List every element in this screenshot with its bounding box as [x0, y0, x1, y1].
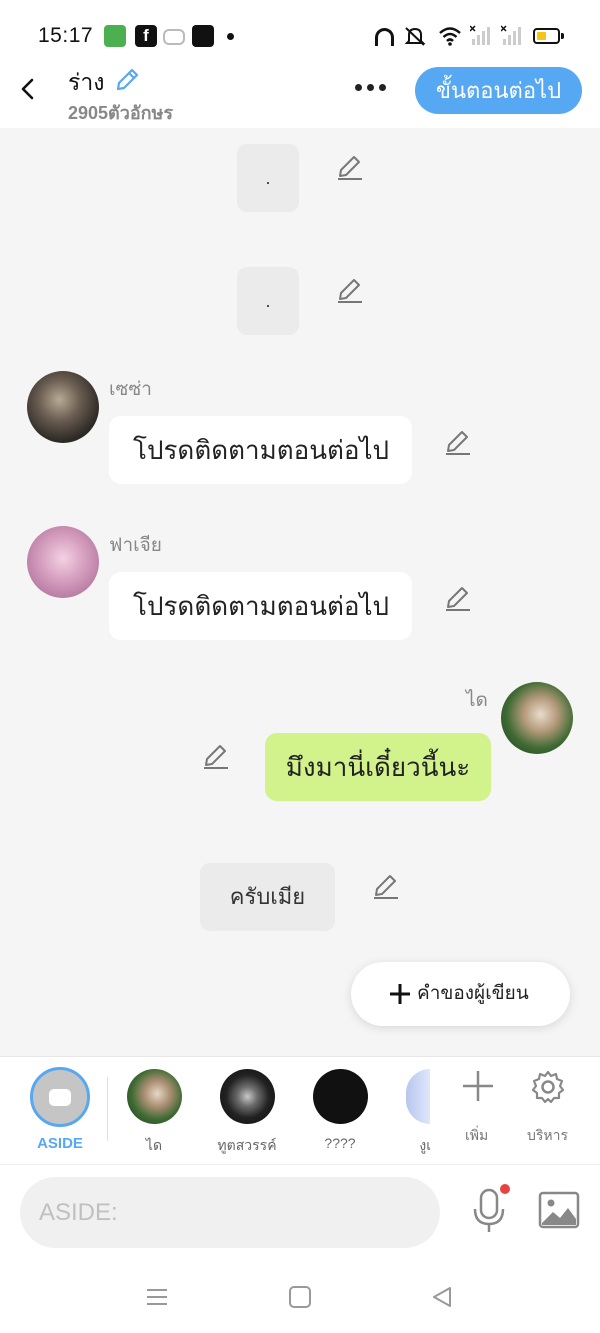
speaker-name: ได — [466, 690, 488, 711]
edit-message-icon[interactable] — [371, 871, 401, 901]
aside-message[interactable]: ครับเมีย — [200, 863, 335, 931]
signal-icon — [501, 25, 521, 45]
manage-label: บริหาร — [527, 1127, 569, 1143]
chat-bubble[interactable]: มึงมานี่เดี๋ยวนี้นะ — [265, 733, 491, 801]
app-icon — [192, 25, 214, 47]
wifi-icon — [439, 27, 461, 46]
chat-area: . . เซซ่า โปรดติดตามตอนต่อไป ฟาเจีย โปรด… — [0, 128, 600, 1056]
character-avatar[interactable] — [220, 1069, 275, 1124]
edit-message-icon[interactable] — [335, 275, 365, 305]
headphones-icon — [375, 28, 394, 46]
speaker-name: เซซ่า — [109, 379, 152, 400]
character-name: ได — [145, 1137, 163, 1153]
author-note-label: คำของผู้เขียน — [417, 983, 529, 1004]
character-name: ทูตสวรรค์ — [217, 1137, 277, 1153]
message-input[interactable] — [20, 1177, 440, 1248]
character-avatar[interactable] — [406, 1069, 430, 1124]
gear-icon[interactable] — [530, 1069, 566, 1105]
chat-bubble[interactable]: โปรดติดตามตอนต่อไป — [109, 416, 412, 484]
character-selector: ASIDE ได ทูตสวรรค์ ???? งูเ เพิ่ม บริหาร — [0, 1056, 600, 1164]
add-character-icon[interactable] — [461, 1069, 495, 1103]
avatar[interactable] — [27, 371, 99, 443]
edit-title-icon[interactable] — [113, 66, 141, 94]
app-header: ร่าง 2905ตัวอักษร ขั้นตอนต่อไป — [0, 60, 600, 128]
character-avatar[interactable] — [313, 1069, 368, 1124]
menu-icon[interactable] — [145, 1287, 169, 1307]
aside-label: ASIDE — [37, 1135, 83, 1152]
edit-message-icon[interactable] — [201, 741, 231, 771]
add-label: เพิ่ม — [465, 1127, 489, 1143]
divider — [107, 1077, 108, 1141]
next-step-button[interactable]: ขั้นตอนต่อไป — [415, 67, 582, 114]
system-nav-bar — [0, 1261, 600, 1333]
aside-message[interactable]: . — [237, 144, 299, 212]
aside-message[interactable]: . — [237, 267, 299, 335]
back-arrow-icon[interactable] — [14, 74, 44, 104]
avatar[interactable] — [501, 682, 573, 754]
aside-character-icon[interactable] — [30, 1067, 90, 1127]
status-time: 15:17 — [38, 24, 94, 47]
more-options-icon[interactable] — [355, 78, 393, 100]
chat-bubble[interactable]: โปรดติดตามตอนต่อไป — [109, 572, 412, 640]
bell-off-icon — [404, 27, 426, 46]
facebook-icon: f — [135, 25, 157, 47]
edit-message-icon[interactable] — [335, 152, 365, 182]
back-triangle-icon[interactable] — [430, 1285, 454, 1309]
character-avatar[interactable] — [127, 1069, 182, 1124]
page-title: ร่าง — [68, 69, 105, 95]
signal-icon — [470, 25, 490, 45]
author-note-button[interactable]: คำของผู้เขียน — [351, 962, 570, 1026]
plus-icon — [390, 984, 410, 1004]
battery-icon — [533, 28, 560, 44]
char-count: 2905ตัวอักษร — [68, 103, 174, 123]
character-name: ???? — [324, 1135, 356, 1151]
image-icon[interactable] — [538, 1191, 580, 1229]
battery-tip — [561, 33, 564, 39]
character-name: งูเ — [419, 1137, 431, 1153]
notification-dot-icon — [500, 1184, 510, 1194]
home-icon[interactable] — [289, 1286, 311, 1308]
microphone-icon[interactable] — [470, 1187, 508, 1235]
input-row — [0, 1164, 600, 1261]
app-icon — [104, 25, 126, 47]
edit-message-icon[interactable] — [443, 427, 473, 457]
speaker-name: ฟาเจีย — [109, 535, 162, 556]
game-icon — [163, 29, 185, 45]
edit-message-icon[interactable] — [443, 583, 473, 613]
notification-dot-icon — [227, 33, 234, 40]
status-bar: 15:17 f — [0, 0, 600, 60]
avatar[interactable] — [27, 526, 99, 598]
